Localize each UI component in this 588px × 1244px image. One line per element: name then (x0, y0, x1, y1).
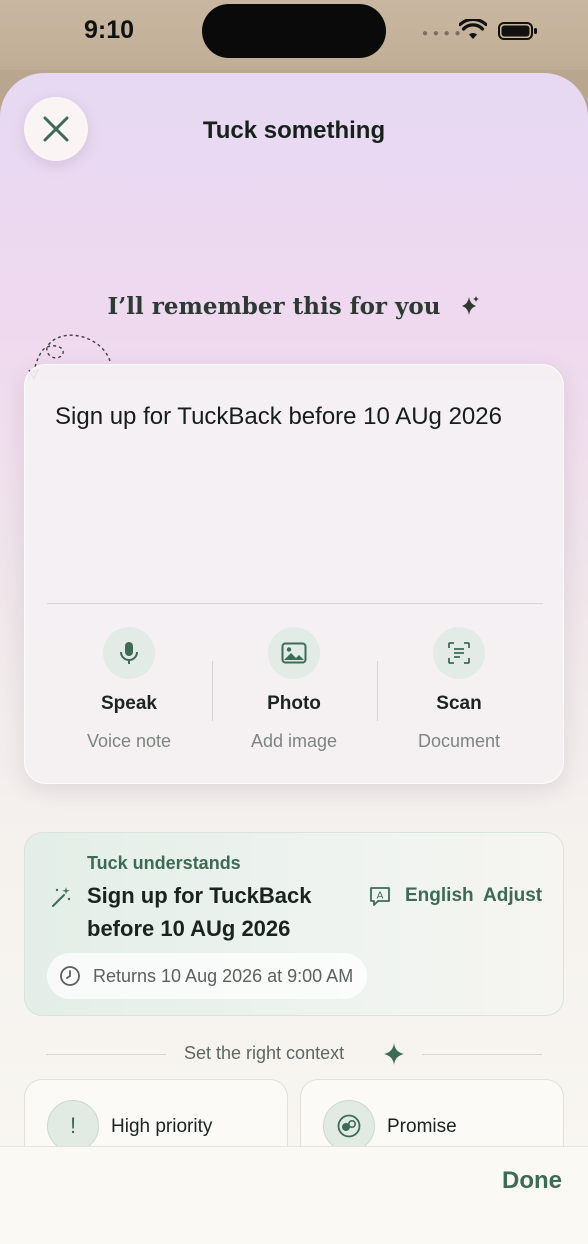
tuck-sheet: Tuck something I’ll remember this for yo… (0, 73, 588, 1244)
tagline-text: I’ll remember this for you (107, 293, 441, 320)
status-time: 9:10 (84, 16, 135, 44)
action-divider (377, 661, 378, 721)
high-priority-label: High priority (111, 1116, 213, 1137)
clock-icon (59, 965, 81, 987)
wifi-icon (459, 19, 487, 39)
photo-label: Photo (267, 693, 321, 714)
photo-button[interactable]: Photo Add image (214, 627, 374, 767)
returns-pill[interactable]: Returns 10 Aug 2026 at 9:00 AM (47, 953, 368, 999)
promise-label: Promise (387, 1116, 457, 1137)
divider (422, 1054, 542, 1055)
svg-text:A: A (377, 891, 384, 902)
context-header: Set the right context (46, 1041, 542, 1067)
microphone-icon (103, 627, 155, 679)
sheet-title: Tuck something (202, 117, 386, 144)
note-input-card[interactable]: Sign up for TuckBack before 10 AUg 2026 … (24, 364, 564, 784)
sparkle-icon (384, 1043, 404, 1065)
photo-sublabel: Add image (250, 731, 338, 751)
cellular-signal-icon: ● ● ● ● (422, 28, 462, 39)
understands-label: Tuck understands (87, 853, 241, 873)
speak-label: Speak (101, 693, 157, 714)
tuck-understands-card: Tuck understands Sign up for TuckBack be… (24, 832, 564, 1016)
scan-label: Scan (436, 693, 482, 714)
divider (46, 1054, 166, 1055)
context-label: Set the right context (184, 1043, 345, 1063)
speak-button[interactable]: Speak Voice note (49, 627, 209, 767)
dynamic-island (202, 4, 386, 58)
magic-wand-icon (52, 887, 71, 907)
returns-text: Returns 10 Aug 2026 at 9:00 AM (93, 965, 354, 986)
adjust-button[interactable]: Adjust (483, 885, 542, 907)
status-bar: 9:10 ● ● ● ● (0, 0, 588, 70)
tagline: I’ll remember this for you (0, 293, 588, 320)
scan-sublabel: Document (417, 731, 501, 751)
scan-button[interactable]: Scan Document (379, 627, 539, 767)
bottom-bar: Done (0, 1146, 588, 1244)
note-input[interactable]: Sign up for TuckBack before 10 AUg 2026 (55, 403, 502, 431)
scan-icon (433, 627, 485, 679)
speak-sublabel: Voice note (86, 731, 172, 751)
promise-icon (323, 1100, 375, 1152)
action-divider (212, 661, 213, 721)
sparkle-icon (461, 296, 479, 315)
image-icon (268, 627, 320, 679)
battery-icon (498, 22, 537, 40)
language-icon: A (370, 887, 390, 906)
done-button[interactable]: Done (502, 1167, 562, 1195)
understood-text: Sign up for TuckBack before 10 AUg 2026 (87, 883, 312, 941)
card-divider (47, 603, 543, 604)
exclamation-icon: ! (47, 1100, 99, 1152)
language-label[interactable]: English (405, 885, 474, 907)
